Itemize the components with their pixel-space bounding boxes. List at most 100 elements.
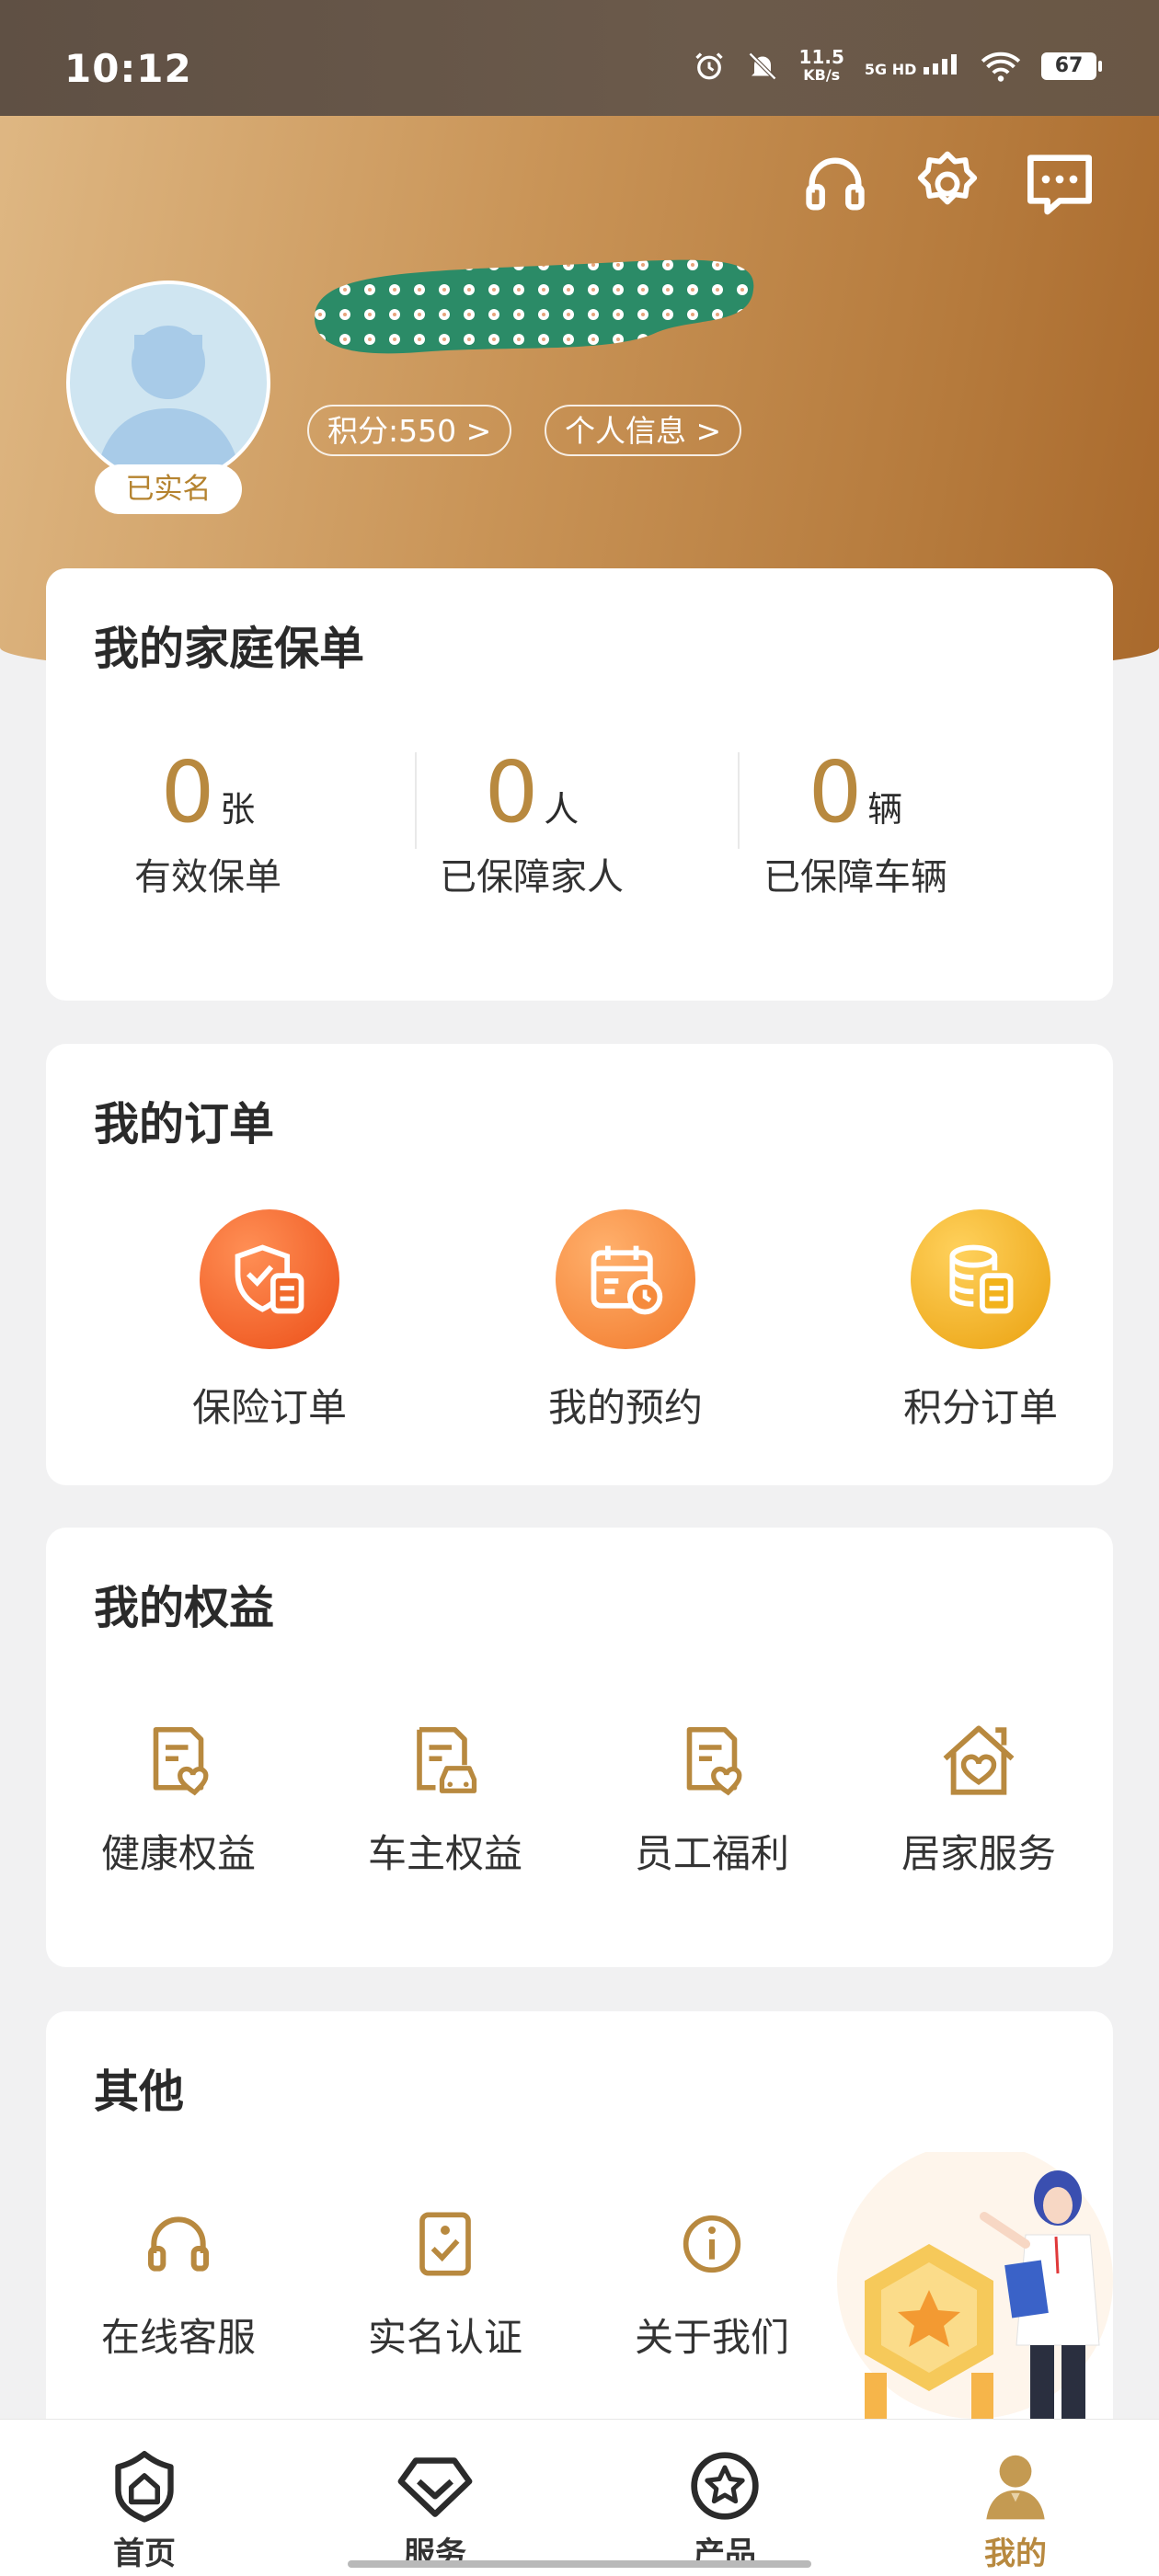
house-heart-icon — [943, 1725, 1015, 1795]
orders-title: 我的订单 — [94, 1098, 275, 1151]
headset-icon — [806, 157, 865, 211]
avatar-wrapper[interactable] — [66, 280, 270, 485]
signal-icon — [924, 54, 957, 74]
other-label: 关于我们 — [634, 2315, 789, 2360]
other-icon-wrap — [668, 2200, 756, 2288]
nav-products[interactable]: 产品 — [633, 2447, 817, 2573]
benefit-label: 员工福利 — [634, 1831, 789, 1876]
order-label: 保险订单 — [191, 1385, 347, 1430]
real-name-auth-button[interactable]: 实名认证 — [321, 2200, 569, 2363]
nav-label: 我的 — [984, 2536, 1047, 2572]
benefit-label: 车主权益 — [367, 1831, 522, 1876]
home-indicator[interactable] — [348, 2560, 811, 2568]
net-speed: 11.5 KB/s — [799, 48, 844, 85]
network-label: 5G HD — [864, 61, 917, 78]
health-benefits-button[interactable]: 健康权益 — [54, 1716, 303, 1879]
home-services-button[interactable]: 居家服务 — [855, 1716, 1103, 1879]
nav-mine[interactable]: 我的 — [924, 2447, 1107, 2573]
stat-label: 已保障家人 — [440, 856, 624, 899]
nav-icon-wrap — [686, 2447, 763, 2524]
benefit-icon-wrap — [401, 1716, 489, 1804]
user-icon — [986, 2455, 1045, 2520]
stat-label: 有效保单 — [134, 856, 281, 899]
document-heart-icon — [686, 1726, 742, 1796]
points-order-circle — [911, 1209, 1050, 1349]
family-policies-card: 我的家庭保单 0张 有效保单 0人 已保障家人 0辆 已保障车辆 — [46, 568, 1113, 1001]
net-speed-value: 11.5 — [798, 46, 844, 68]
benefit-icon-wrap — [134, 1716, 223, 1804]
avatar[interactable] — [66, 280, 270, 485]
about-us-button[interactable]: 关于我们 — [588, 2200, 836, 2363]
personal-info-link[interactable]: 个人信息 > — [545, 405, 742, 456]
benefit-label: 居家服务 — [901, 1831, 1056, 1876]
nav-icon-wrap — [106, 2447, 183, 2524]
stat-unit: 人 — [544, 789, 580, 830]
header-actions — [798, 147, 1096, 221]
insurance-order-circle — [200, 1209, 339, 1349]
protected-family-stat[interactable]: 0人 已保障家人 — [370, 743, 694, 900]
status-bar: 10:12 11.5 KB/s 5G HD 67 — [0, 0, 1159, 116]
calendar-clock-icon — [591, 1245, 663, 1315]
order-label: 积分订单 — [902, 1385, 1058, 1430]
document-car-icon — [417, 1726, 477, 1793]
benefits-title: 我的权益 — [94, 1582, 275, 1634]
nav-home[interactable]: 首页 — [52, 2447, 236, 2573]
document-heart-icon — [153, 1726, 209, 1796]
benefits-card: 我的权益 健康权益 车主权益 员工福利 居家服务 — [46, 1528, 1113, 1967]
nav-service[interactable]: 服务 — [343, 2447, 527, 2573]
verified-badge: 已实名 — [95, 464, 242, 514]
protected-vehicles-stat[interactable]: 0辆 已保障车辆 — [694, 743, 1017, 900]
points-orders-button[interactable]: 积分订单 — [843, 1209, 1119, 1433]
default-avatar-icon — [98, 326, 239, 468]
employee-welfare-button[interactable]: 员工福利 — [588, 1716, 836, 1879]
benefit-label: 健康权益 — [100, 1831, 256, 1876]
net-speed-unit: KB/s — [803, 66, 841, 84]
other-icon-wrap — [134, 2200, 223, 2288]
other-label: 实名认证 — [367, 2315, 522, 2360]
nav-label: 首页 — [113, 2536, 176, 2572]
points-link[interactable]: 积分:550 > — [307, 405, 512, 456]
status-icons: 11.5 KB/s 5G HD 67 — [693, 48, 1102, 85]
stat-label: 已保障车辆 — [763, 856, 947, 899]
car-owner-benefits-button[interactable]: 车主权益 — [321, 1716, 569, 1879]
info-icon — [683, 2215, 741, 2273]
stat-value: 0 — [484, 743, 539, 841]
appointment-circle — [556, 1209, 695, 1349]
wifi-icon — [981, 52, 1021, 82]
settings-button[interactable] — [911, 147, 984, 221]
message-icon — [1027, 155, 1092, 215]
customer-service-button[interactable] — [798, 147, 872, 221]
star-circle-icon — [691, 2452, 759, 2520]
nav-icon-wrap — [396, 2447, 474, 2524]
my-appointments-button[interactable]: 我的预约 — [488, 1209, 763, 1433]
benefit-icon-wrap — [668, 1716, 756, 1804]
bottom-navigation: 首页 服务 产品 我的 — [0, 2419, 1159, 2576]
orders-card: 我的订单 保险订单 我的预约 积分订单 — [46, 1044, 1113, 1485]
family-policies-title: 我的家庭保单 — [94, 623, 365, 675]
mute-bell-icon — [748, 52, 776, 81]
coins-document-icon — [949, 1244, 1014, 1314]
redacted-username — [314, 259, 754, 354]
stat-value: 0 — [808, 743, 863, 841]
online-service-button[interactable]: 在线客服 — [54, 2200, 303, 2363]
other-icon-wrap — [401, 2200, 489, 2288]
messages-button[interactable] — [1023, 147, 1096, 221]
other-label: 在线客服 — [100, 2315, 256, 2360]
stat-value: 0 — [160, 743, 215, 841]
battery-indicator: 67 — [1041, 52, 1102, 80]
insurance-orders-button[interactable]: 保险订单 — [132, 1209, 407, 1433]
stat-unit: 张 — [220, 789, 256, 830]
gear-icon — [917, 151, 978, 205]
valid-policies-stat[interactable]: 0张 有效保单 — [46, 743, 370, 900]
headset-icon — [148, 2216, 209, 2272]
diamond-service-icon — [397, 2457, 473, 2517]
nav-icon-wrap — [977, 2447, 1054, 2524]
stat-unit: 辆 — [867, 789, 903, 830]
shield-home-icon — [115, 2451, 174, 2523]
status-time: 10:12 — [64, 46, 192, 91]
benefit-icon-wrap — [935, 1716, 1023, 1804]
alarm-icon — [694, 52, 723, 80]
network-indicator: 5G HD — [865, 54, 960, 78]
other-title: 其他 — [94, 2066, 185, 2118]
promo-mascot-illustration[interactable] — [837, 2152, 1122, 2428]
